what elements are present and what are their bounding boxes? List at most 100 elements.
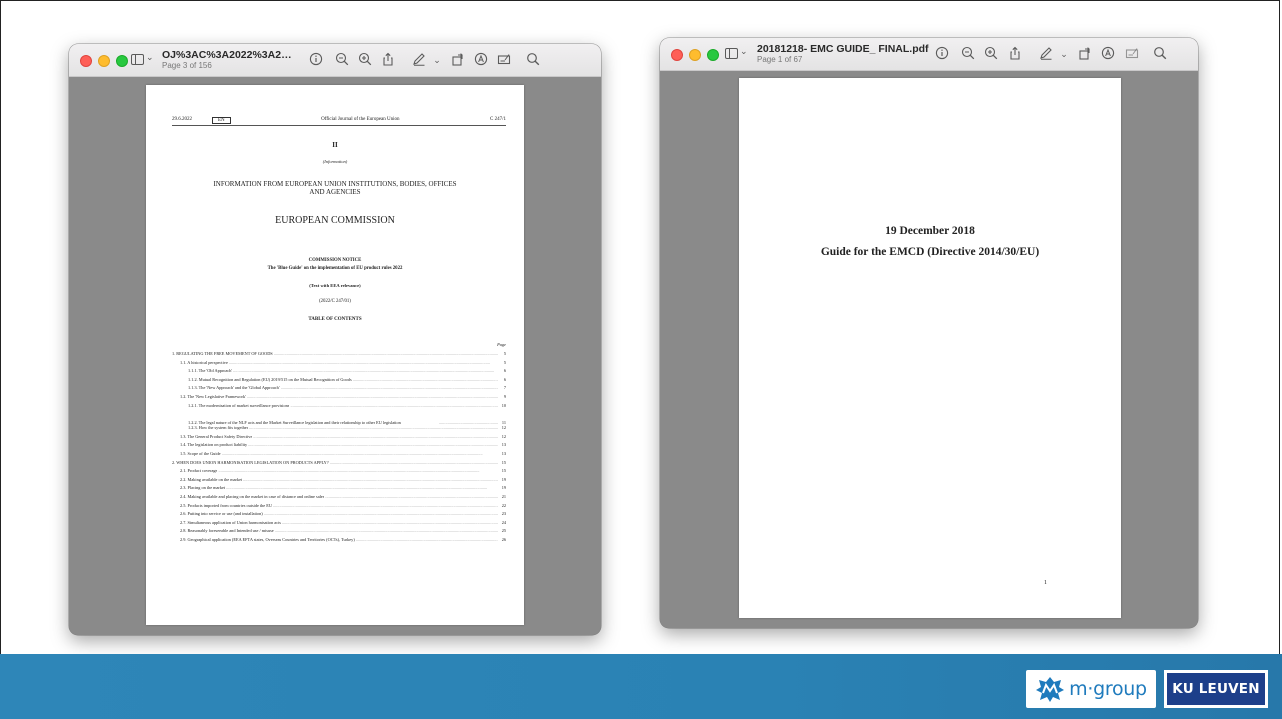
ku-leuven-logo-text: KU LEUVEN [1167,673,1265,705]
zoom-button[interactable] [116,55,128,67]
toc-entry-page: 19 [501,476,506,482]
document-page: 19 December 2018 Guide for the EMCD (Dir… [739,78,1121,618]
toc-entry: 2.3. Placing on the market 19 [172,485,506,494]
zoom-out-button[interactable] [960,46,976,62]
toc-entry-page: 23 [501,511,506,517]
header-rule [172,125,506,126]
minimize-button[interactable] [689,49,701,61]
zoom-button[interactable] [707,49,719,61]
toc-entry: 1.2.1. The modernisation of market surve… [172,403,506,412]
traffic-lights [671,49,719,61]
toc-entry: 1.2.2. The legal nature of the NLF acts … [172,411,506,425]
toc-entry-page: 6 [503,376,506,382]
eea-relevance: (Text with EEA relevance) [309,283,361,288]
window-titlebar[interactable]: ⌄ 20181218- EMC GUIDE_ FINAL.pdf Page 1 … [660,38,1198,71]
minimize-button[interactable] [98,55,110,67]
toc-entry: 2. WHEN DOES UNION HARMONISATION LEGISLA… [172,460,506,469]
rotate-button[interactable] [450,52,466,68]
close-button[interactable] [80,55,92,67]
toc-entry-label: 2.8. Reasonably foreseeable and Intended… [180,528,274,534]
rotate-button[interactable] [1077,46,1093,62]
document-date: 19 December 2018 [885,225,975,237]
info-icon [935,46,949,60]
page-indicator: Page 1 of 67 [757,55,803,64]
window-titlebar[interactable]: ⌄ OJ%3AC%3A2022%3A247%3AFULL... Page 3 o… [69,44,601,77]
share-icon [1010,46,1020,60]
sidebar-toggle-button[interactable]: ⌄ [131,52,155,67]
toc-entry: 1.1.3. The 'New Approach' and the 'Globa… [172,385,506,394]
document-page: 29.6.2022 EN Official Journal of the Eur… [146,85,524,625]
document-heading: Guide for the EMCD (Directive 2014/30/EU… [820,246,1040,258]
annotate-button[interactable] [473,52,489,68]
heading-line-2: AND AGENCIES [309,188,361,196]
toc-entry-page: 19 [501,485,506,491]
markup-button[interactable] [411,52,427,68]
toc-entry: 2.5. Products imported from countries ou… [172,503,506,512]
search-button[interactable] [525,52,541,68]
zoom-in-button[interactable] [357,52,373,68]
toc-entry-label: 1.1.2. Mutual Recognition and Regulation… [188,376,352,382]
info-button[interactable] [308,52,324,68]
form-icon [1125,48,1139,59]
mgroup-logo-text: m·group [1069,678,1147,700]
toc-leader-dots [229,360,498,365]
zoom-out-icon [961,46,975,60]
notice-title: The 'Blue Guide' on the implementation o… [267,266,403,271]
markup-icon [413,53,425,66]
info-icon [309,52,323,66]
toc-entry: 1.1. A historical perspective 5 [172,360,506,369]
toc-entry-page: 9 [503,393,506,399]
preview-window-emc-guide[interactable]: ⌄ 20181218- EMC GUIDE_ FINAL.pdf Page 1 … [660,38,1198,628]
chevron-down-icon: ⌄ [146,52,154,62]
toc-entry-page: 21 [501,493,506,499]
journal-date: 29.6.2022 [172,117,192,122]
journal-ref: C 247/1 [490,117,506,122]
toc-entry: 2.7. Simultaneous application of Union h… [172,520,506,529]
markup-menu-button[interactable]: ⌄ [429,52,445,68]
form-fill-button[interactable] [496,52,512,68]
toc-leader-dots [247,394,498,399]
preview-window-blue-guide[interactable]: ⌄ OJ%3AC%3A2022%3A247%3AFULL... Page 3 o… [69,44,601,635]
annotate-button[interactable] [1100,46,1116,62]
info-button[interactable] [934,46,950,62]
toc-entry: 1.2. The 'New Legislative Framework' 9 [172,394,506,403]
toc-leader-dots [325,494,498,499]
markup-menu-button[interactable]: ⌄ [1056,46,1072,62]
toc-entry: 1.3. The General Product Safety Directiv… [172,434,506,443]
toc-leader-dots [233,368,498,373]
toc-entry-page: 22 [501,502,506,508]
chevron-down-icon: ⌄ [433,55,441,65]
toc-entry: 2.8. Reasonably foreseeable and Intended… [172,528,506,537]
sidebar-toggle-button[interactable]: ⌄ [725,46,749,61]
toc-entry-page: 15 [501,468,506,474]
zoom-in-button[interactable] [983,46,999,62]
toc-leader-dots [353,377,498,382]
toc-entry-page: 15 [501,459,506,465]
toc-entry-label: 2.1. Product coverage [180,468,218,474]
toc-entry: 1.1.1. The 'Old Approach' 6 [172,368,506,377]
zoom-out-icon [335,52,349,66]
rotate-icon [1079,47,1090,60]
toc-entry-label: 2.4. Making available and placing on the… [180,493,325,499]
zoom-out-button[interactable] [334,52,350,68]
toc-entry-page: 12 [501,425,506,431]
form-fill-button[interactable] [1124,46,1140,62]
table-of-contents: 1. REGULATING THE FREE MOVEMENT OF GOODS… [172,351,506,545]
chevron-down-icon: ⌄ [1060,49,1068,59]
form-icon [497,54,511,65]
toc-entry-label: 2.6. Putting into service or use (and in… [180,511,263,517]
toc-entry-label: 2.2. Making available on the market [180,476,243,482]
markup-button[interactable] [1038,46,1054,62]
toc-entry-label: 1.1.1. The 'Old Approach' [188,368,233,374]
search-button[interactable] [1152,46,1168,62]
share-button[interactable] [380,52,396,68]
toc-entry-page: 26 [501,536,506,542]
search-icon [527,53,540,66]
section-label: (Information) [322,159,348,164]
toc-leader-dots [264,511,498,516]
document-title: 20181218- EMC GUIDE_ FINAL.pdf [757,43,929,55]
share-button[interactable] [1007,46,1023,62]
journal-header: 29.6.2022 EN Official Journal of the Eur… [172,117,506,124]
toc-leader-dots [273,503,498,508]
close-button[interactable] [671,49,683,61]
